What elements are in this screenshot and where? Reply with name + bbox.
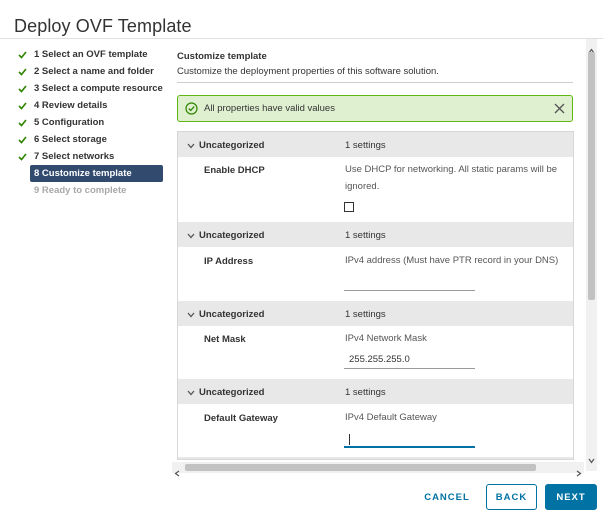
group-category: Uncategorized bbox=[199, 230, 265, 241]
section-title: Customize template bbox=[177, 51, 267, 62]
success-check-icon bbox=[185, 102, 198, 120]
back-button[interactable]: BACK bbox=[486, 484, 537, 510]
check-icon bbox=[18, 63, 28, 80]
step-label: 9 Ready to complete bbox=[34, 185, 127, 196]
next-group-header-partial bbox=[178, 457, 573, 459]
validation-alert: All properties have valid values bbox=[177, 95, 573, 122]
section-divider bbox=[177, 82, 573, 83]
step-label: 2 Select a name and folder bbox=[34, 66, 154, 77]
step-configuration[interactable]: 5 Configuration bbox=[18, 114, 168, 131]
group-header-default-gateway[interactable]: Uncategorized 1 settings bbox=[178, 379, 573, 404]
ip-address-input[interactable] bbox=[344, 274, 475, 291]
text-caret bbox=[349, 434, 350, 445]
properties-table: Uncategorized 1 settings Enable DHCP Use… bbox=[177, 131, 574, 460]
property-label-default-gateway: Default Gateway bbox=[204, 413, 278, 424]
group-count: 1 settings bbox=[345, 309, 386, 320]
group-header-ip-address[interactable]: Uncategorized 1 settings bbox=[178, 222, 573, 247]
step-label: 5 Configuration bbox=[34, 117, 105, 128]
step-select-name-folder[interactable]: 2 Select a name and folder bbox=[18, 63, 168, 80]
check-icon bbox=[18, 80, 28, 97]
step-customize-template[interactable]: 8 Customize template bbox=[30, 165, 163, 182]
vertical-scrollbar[interactable] bbox=[586, 39, 597, 471]
scroll-left-icon[interactable] bbox=[174, 464, 180, 482]
step-label: 1 Select an OVF template bbox=[34, 49, 148, 60]
next-button[interactable]: NEXT bbox=[545, 484, 597, 510]
step-label: 4 Review details bbox=[34, 100, 108, 111]
wizard-steps: 1 Select an OVF template 2 Select a name… bbox=[18, 46, 168, 199]
step-ready-to-complete: 9 Ready to complete bbox=[18, 182, 168, 199]
step-select-networks[interactable]: 7 Select networks bbox=[18, 148, 168, 165]
property-description-default-gateway: IPv4 Default Gateway bbox=[345, 412, 437, 423]
group-count: 1 settings bbox=[345, 230, 386, 241]
step-select-ovf-template[interactable]: 1 Select an OVF template bbox=[18, 46, 168, 63]
horizontal-scrollbar[interactable] bbox=[172, 462, 584, 477]
property-description-net-mask: IPv4 Network Mask bbox=[345, 333, 427, 344]
property-label-net-mask: Net Mask bbox=[204, 334, 246, 345]
step-select-compute-resource[interactable]: 3 Select a compute resource bbox=[18, 80, 168, 97]
check-icon bbox=[18, 114, 28, 131]
property-description-enable-dhcp: Use DHCP for networking. All static para… bbox=[345, 164, 558, 192]
scroll-right-icon[interactable] bbox=[576, 464, 582, 482]
check-icon bbox=[18, 131, 28, 148]
group-header-net-mask[interactable]: Uncategorized 1 settings bbox=[178, 301, 573, 326]
section-subtitle: Customize the deployment properties of t… bbox=[177, 66, 439, 77]
close-icon[interactable] bbox=[553, 102, 566, 120]
step-review-details[interactable]: 4 Review details bbox=[18, 97, 168, 114]
horizontal-scroll-thumb[interactable] bbox=[185, 464, 536, 471]
step-label: 6 Select storage bbox=[34, 134, 107, 145]
property-label-enable-dhcp: Enable DHCP bbox=[204, 165, 265, 176]
vertical-scroll-thumb[interactable] bbox=[588, 52, 595, 300]
chevron-down-icon[interactable] bbox=[187, 231, 195, 242]
group-count: 1 settings bbox=[345, 140, 386, 151]
main-header: Customize template Customize the deploym… bbox=[177, 46, 575, 77]
enable-dhcp-checkbox[interactable] bbox=[344, 202, 354, 212]
check-icon bbox=[18, 148, 28, 165]
scroll-down-icon[interactable] bbox=[588, 451, 595, 469]
alert-message: All properties have valid values bbox=[204, 103, 335, 114]
net-mask-input[interactable]: 255.255.255.0 bbox=[344, 352, 475, 369]
step-label: 3 Select a compute resource bbox=[34, 83, 163, 94]
step-select-storage[interactable]: 6 Select storage bbox=[18, 131, 168, 148]
check-icon bbox=[18, 46, 28, 63]
chevron-down-icon[interactable] bbox=[187, 141, 195, 152]
step-label: 8 Customize template bbox=[34, 168, 132, 179]
default-gateway-input[interactable] bbox=[344, 431, 475, 448]
group-category: Uncategorized bbox=[199, 387, 265, 398]
property-description-ip-address: IPv4 address (Must have PTR record in yo… bbox=[345, 255, 559, 266]
group-category: Uncategorized bbox=[199, 309, 265, 320]
group-count: 1 settings bbox=[345, 387, 386, 398]
chevron-down-icon[interactable] bbox=[187, 388, 195, 399]
group-category: Uncategorized bbox=[199, 140, 265, 151]
step-label: 7 Select networks bbox=[34, 151, 115, 162]
cancel-button[interactable]: CANCEL bbox=[418, 484, 476, 510]
wizard-title: Deploy OVF Template bbox=[14, 16, 192, 36]
group-header-enable-dhcp[interactable]: Uncategorized 1 settings bbox=[178, 132, 573, 157]
check-icon bbox=[18, 97, 28, 114]
property-label-ip-address: IP Address bbox=[204, 256, 254, 267]
chevron-down-icon[interactable] bbox=[187, 310, 195, 321]
title-divider bbox=[0, 38, 603, 39]
